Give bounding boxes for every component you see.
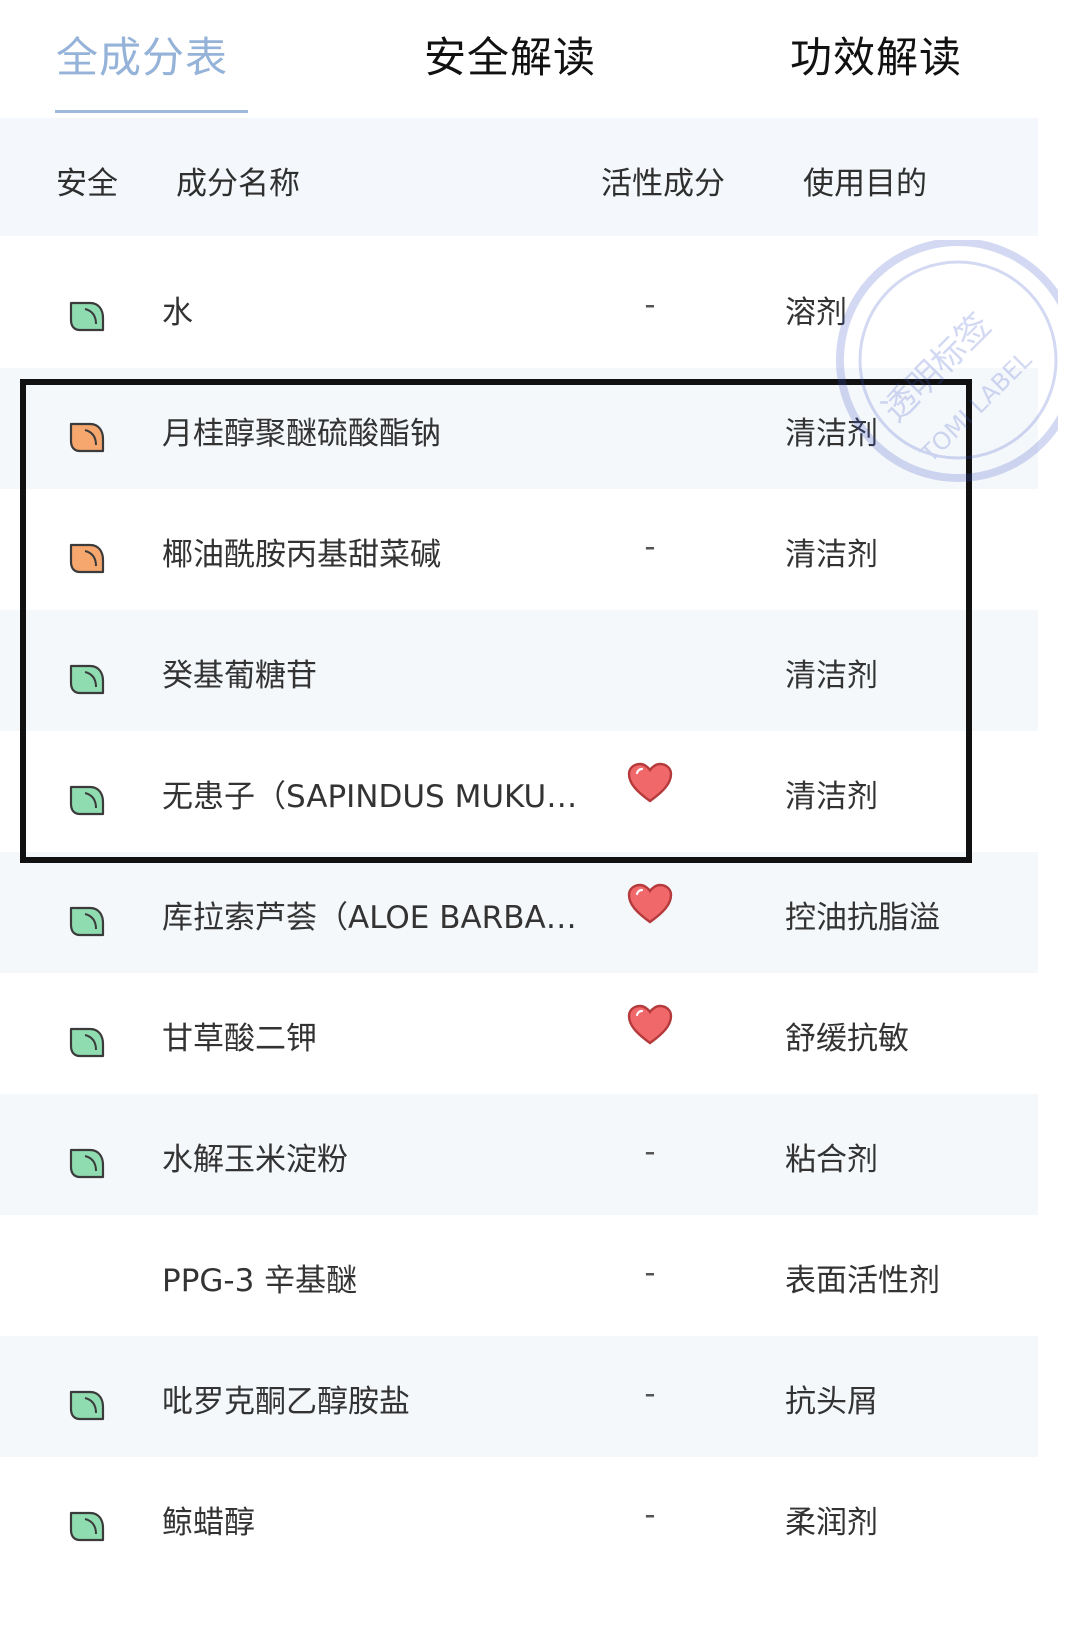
active-tab-indicator [55, 110, 248, 113]
header-active-ingredient: 活性成分 [601, 166, 725, 202]
safety-leaf-orange-icon [69, 422, 105, 453]
ingredient-purpose: 粘合剂 [785, 1142, 878, 1178]
table-row[interactable]: 鲸蜡醇 - 柔润剂 [0, 1457, 1038, 1578]
active-ingredient-value: - [644, 1376, 656, 1412]
safety-leaf-green-icon [69, 1148, 105, 1179]
table-row[interactable]: PPG-3 辛基醚 - 表面活性剂 [0, 1215, 1038, 1336]
ingredient-name: 甘草酸二钾 [162, 1021, 317, 1057]
table-row[interactable]: 库拉索芦荟（ALOE BARBA… 控油抗脂溢 [0, 852, 1038, 973]
ingredient-name: 鲸蜡醇 [162, 1505, 255, 1541]
ingredient-purpose: 清洁剂 [785, 537, 878, 573]
active-ingredient-value: - [644, 287, 656, 323]
tab-efficacy-analysis[interactable]: 功效解读 [790, 30, 962, 86]
table-row[interactable]: 水解玉米淀粉 - 粘合剂 [0, 1094, 1038, 1215]
header-purpose: 使用目的 [803, 166, 927, 202]
ingredient-name: 吡罗克酮乙醇胺盐 [162, 1384, 410, 1420]
table-row[interactable]: 吡罗克酮乙醇胺盐 - 抗头屑 [0, 1336, 1038, 1457]
table-row[interactable]: 椰油酰胺丙基甜菜碱 - 清洁剂 [0, 489, 1038, 610]
active-ingredient-value: - [644, 1255, 656, 1291]
active-ingredient-value: - [644, 1497, 656, 1533]
tab-full-ingredients[interactable]: 全成分表 [56, 30, 228, 86]
ingredient-name: 水 [162, 295, 193, 331]
ingredient-name: 水解玉米淀粉 [162, 1142, 348, 1178]
ingredient-purpose: 控油抗脂溢 [785, 900, 940, 936]
ingredient-purpose: 抗头屑 [785, 1384, 878, 1420]
ingredient-name: 椰油酰胺丙基甜菜碱 [162, 537, 441, 573]
active-ingredient-value: - [644, 1134, 656, 1170]
ingredient-purpose: 清洁剂 [785, 658, 878, 694]
header-ingredient-name: 成分名称 [176, 166, 300, 202]
safety-leaf-green-icon [69, 1390, 105, 1421]
table-row[interactable]: 月桂醇聚醚硫酸酯钠 清洁剂 [0, 368, 1038, 489]
ingredient-purpose: 清洁剂 [785, 779, 878, 815]
safety-leaf-green-icon [69, 664, 105, 695]
tab-safety-analysis[interactable]: 安全解读 [424, 30, 596, 86]
ingredient-name: 无患子（SAPINDUS MUKU… [162, 779, 578, 815]
table-row[interactable]: 甘草酸二钾 舒缓抗敏 [0, 973, 1038, 1094]
safety-leaf-green-icon [69, 1027, 105, 1058]
active-ingredient-value: - [644, 529, 656, 565]
ingredient-purpose: 清洁剂 [785, 416, 878, 452]
table-row[interactable]: 癸基葡糖苷 清洁剂 [0, 610, 1038, 731]
ingredient-name: 月桂醇聚醚硫酸酯钠 [162, 416, 441, 452]
ingredient-purpose: 表面活性剂 [785, 1263, 940, 1299]
ingredient-purpose: 柔润剂 [785, 1505, 878, 1541]
ingredient-purpose: 舒缓抗敏 [785, 1021, 909, 1057]
ingredient-name: PPG-3 辛基醚 [162, 1263, 358, 1299]
safety-leaf-green-icon [69, 906, 105, 937]
table-row[interactable]: 水 - 溶剂 [0, 247, 1038, 368]
active-ingredient-heart-icon [627, 883, 673, 924]
header-safety: 安全 [56, 166, 118, 202]
safety-leaf-green-icon [69, 1511, 105, 1542]
table-row[interactable]: 无患子（SAPINDUS MUKU… 清洁剂 [0, 731, 1038, 852]
ingredient-list: 水 - 溶剂 月桂醇聚醚硫酸酯钠 清洁剂 椰油酰胺丙基甜菜碱 - 清洁剂 癸基葡糖苷 清洁剂 无患子… [0, 247, 1038, 1578]
active-ingredient-heart-icon [627, 762, 673, 803]
tab-bar: 全成分表 安全解读 功效解读 [0, 0, 1038, 115]
safety-leaf-green-icon [69, 785, 105, 816]
active-ingredient-heart-icon [627, 1004, 673, 1045]
ingredient-name: 癸基葡糖苷 [162, 658, 317, 694]
table-header: 安全 成分名称 活性成分 使用目的 [0, 118, 1038, 236]
safety-leaf-green-icon [69, 301, 105, 332]
ingredient-name: 库拉索芦荟（ALOE BARBA… [162, 900, 577, 936]
ingredient-purpose: 溶剂 [785, 295, 847, 331]
safety-leaf-orange-icon [69, 543, 105, 574]
